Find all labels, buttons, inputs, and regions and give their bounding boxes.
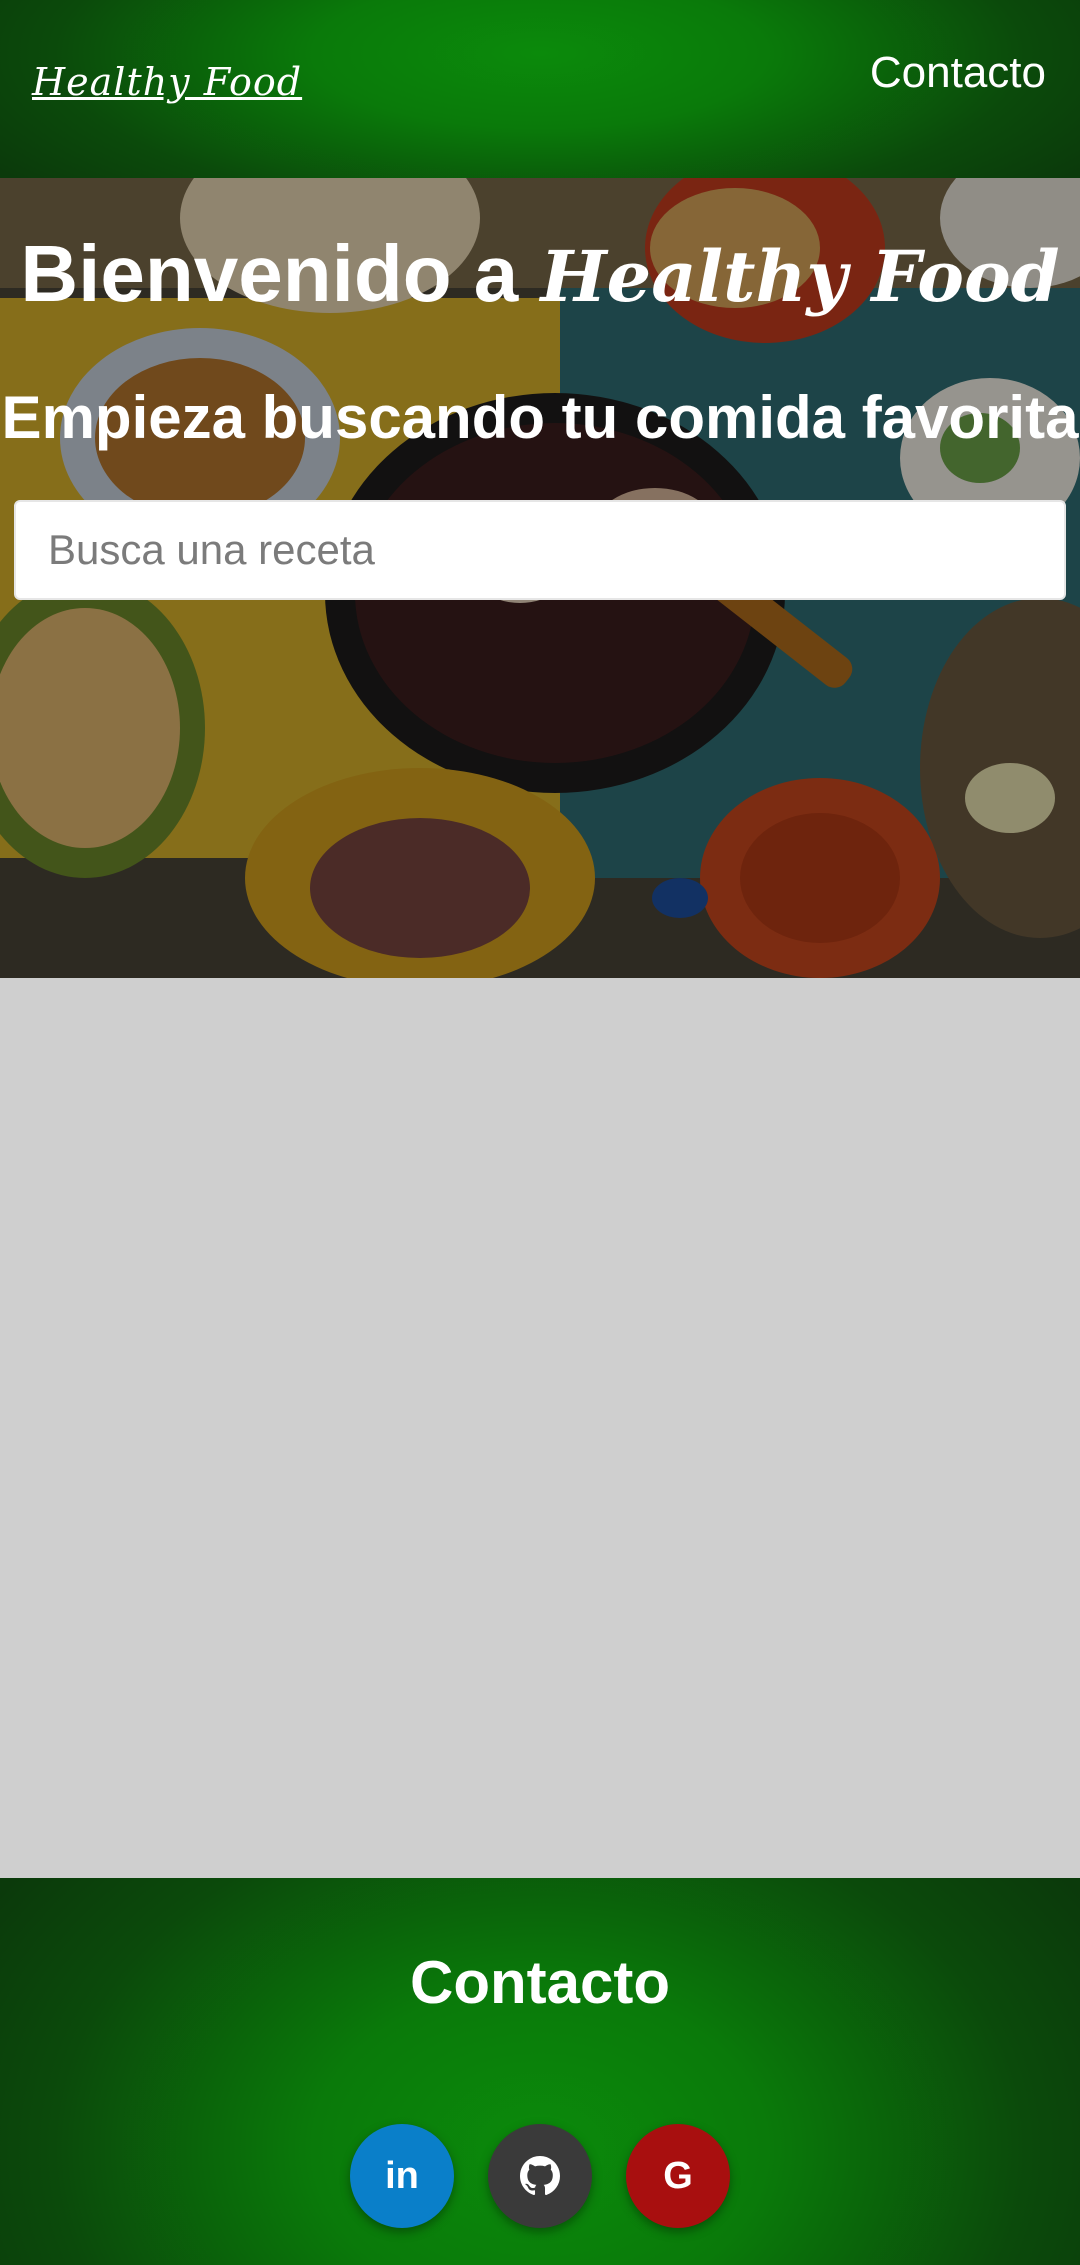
footer: Contacto in G	[0, 1878, 1080, 2265]
hero-banner: Bienvenido a Healthy Food Empieza buscan…	[0, 178, 1080, 978]
hero-title-brand: Healthy Food	[540, 235, 1060, 318]
linkedin-button[interactable]: in	[350, 2124, 454, 2228]
github-button[interactable]	[488, 2124, 592, 2228]
results-area	[0, 978, 1080, 1878]
linkedin-icon: in	[385, 2154, 419, 2197]
recipe-search-input[interactable]	[14, 500, 1066, 600]
hero-title: Bienvenido a Healthy Food	[0, 228, 1080, 320]
hero-subtitle: Empieza buscando tu comida favorita	[1, 384, 1079, 451]
hero-title-prefix: Bienvenido a	[20, 229, 519, 318]
google-icon: G	[663, 2154, 693, 2197]
top-navbar: Healthy Food Contacto	[0, 0, 1080, 178]
social-links: in G	[0, 2124, 1080, 2228]
nav-contact-link[interactable]: Contacto	[870, 48, 1046, 98]
github-icon	[520, 2156, 560, 2196]
google-button[interactable]: G	[626, 2124, 730, 2228]
footer-contact-title: Contacto	[410, 1949, 670, 2016]
brand-logo[interactable]: Healthy Food	[32, 60, 302, 104]
